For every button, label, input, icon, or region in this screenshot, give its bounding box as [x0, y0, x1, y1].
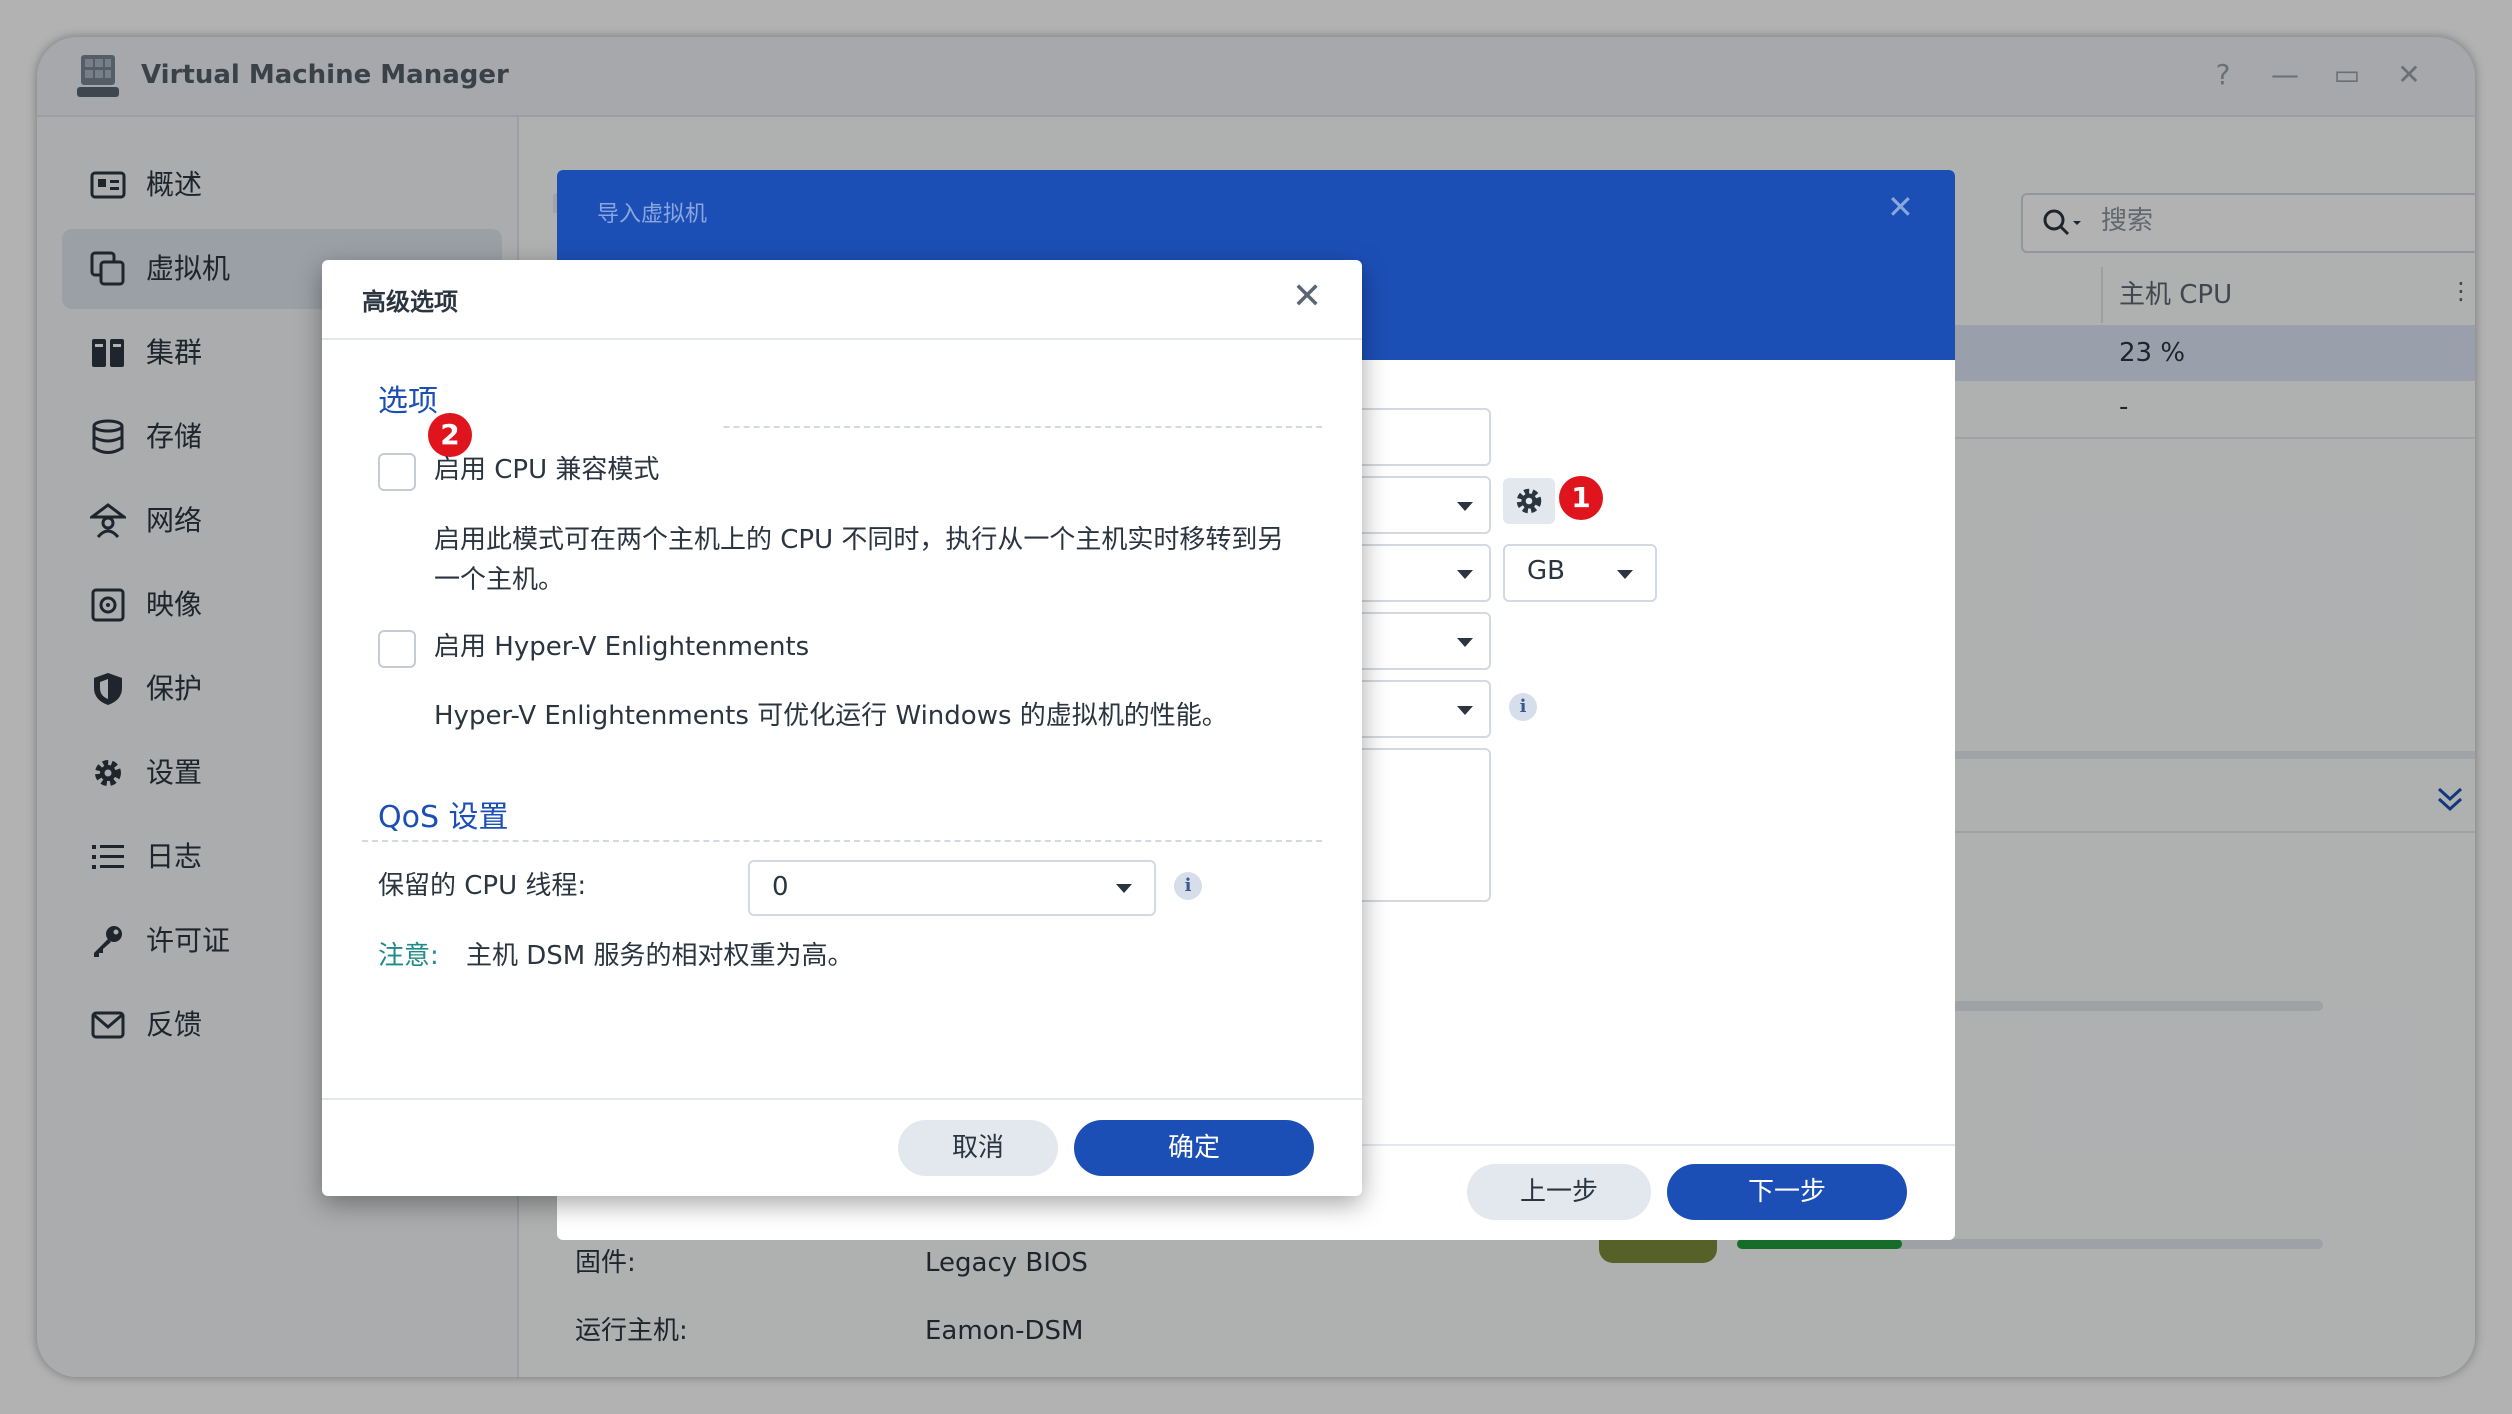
hyperv-description: Hyper-V Enlightenments 可优化运行 Windows 的虚拟…: [434, 701, 1228, 731]
hyperv-label[interactable]: 启用 Hyper-V Enlightenments: [434, 627, 809, 667]
wizard-close-button[interactable]: ✕: [1887, 188, 1914, 226]
info-icon[interactable]: i: [1174, 872, 1202, 900]
cpu-compat-checkbox[interactable]: [378, 453, 416, 491]
qos-section-title: QoS 设置: [378, 800, 509, 835]
chevron-down-icon: [1457, 706, 1473, 715]
dialog-title: 高级选项: [362, 288, 458, 316]
previous-step-button[interactable]: 上一步: [1467, 1164, 1651, 1220]
wizard-memory-unit-select[interactable]: GB: [1503, 544, 1657, 602]
memory-unit-value: GB: [1527, 556, 1565, 586]
reserved-cpu-label: 保留的 CPU 线程:: [378, 871, 587, 901]
annotation-badge-1: 1: [1559, 476, 1603, 520]
chevron-down-icon: [1457, 502, 1473, 511]
dialog-header: 高级选项 ✕: [322, 260, 1362, 340]
cancel-button[interactable]: 取消: [898, 1120, 1058, 1176]
cpu-compat-label[interactable]: 启用 CPU 兼容模式: [434, 450, 659, 490]
cpu-compat-description: 一个主机。: [434, 565, 565, 595]
advanced-options-dialog: 高级选项 ✕ 选项 2 启用 CPU 兼容模式 启用此模式可在两个主机上的 CP…: [322, 260, 1362, 1196]
reserved-cpu-value: 0: [772, 872, 789, 902]
advanced-settings-button[interactable]: [1503, 478, 1555, 524]
dialog-footer: 取消 确定: [322, 1098, 1362, 1196]
info-icon[interactable]: i: [1509, 693, 1537, 721]
note-label: 注意:: [378, 941, 439, 971]
chevron-down-icon: [1457, 638, 1473, 647]
hyperv-checkbox[interactable]: [378, 630, 416, 668]
chevron-down-icon: [1116, 884, 1132, 893]
wizard-title: 导入虚拟机: [597, 202, 708, 227]
reserved-cpu-select[interactable]: 0: [748, 860, 1156, 916]
chevron-down-icon: [1457, 570, 1473, 579]
gear-icon: [1516, 488, 1542, 514]
section-divider: [362, 840, 1322, 842]
dialog-close-button[interactable]: ✕: [1292, 276, 1322, 317]
ok-button[interactable]: 确定: [1074, 1120, 1314, 1176]
next-step-button[interactable]: 下一步: [1667, 1164, 1907, 1220]
cpu-compat-description: 启用此模式可在两个主机上的 CPU 不同时，执行从一个主机实时移转到另: [434, 525, 1284, 555]
options-section-title: 选项: [378, 384, 438, 419]
chevron-down-icon: [1617, 570, 1633, 579]
note-text: 主机 DSM 服务的相对权重为高。: [466, 941, 854, 971]
